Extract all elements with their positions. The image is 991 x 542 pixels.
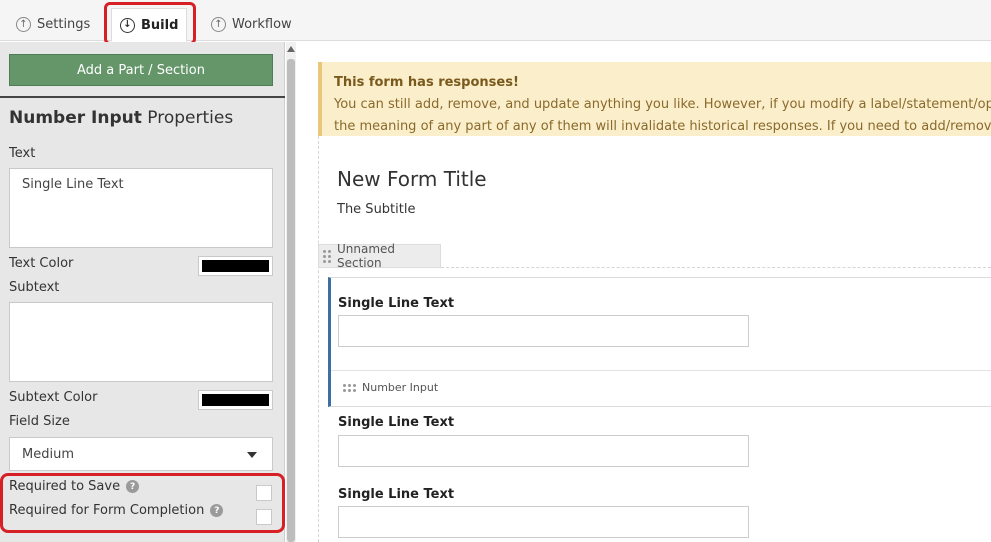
add-part-section-button[interactable]: Add a Part / Section <box>9 54 273 86</box>
tab-settings-label: Settings <box>37 17 91 32</box>
form-title[interactable]: New Form Title <box>337 167 487 191</box>
drag-handle-icon[interactable] <box>343 383 356 392</box>
subtext-color-label: Subtext Color <box>9 390 98 405</box>
tab-workflow[interactable]: ↑ Workflow <box>203 8 300 41</box>
notice-line1: You can still add, remove, and update an… <box>334 97 991 112</box>
properties-title-suffix: Properties <box>147 108 234 128</box>
field-label: Single Line Text <box>338 296 455 311</box>
section-header[interactable]: Unnamed Section <box>318 242 441 270</box>
text-textarea[interactable]: Single Line Text <box>9 168 273 248</box>
subtext-textarea[interactable] <box>9 302 273 382</box>
field-type-tag[interactable]: Number Input <box>343 381 438 394</box>
responses-notice: This form has responses! You can still a… <box>318 62 991 136</box>
properties-title: Number Input Properties <box>9 108 233 128</box>
properties-title-type: Number Input <box>9 108 142 128</box>
panel-scrollbar[interactable] <box>286 42 296 542</box>
text-color-label: Text Color <box>9 256 74 271</box>
panel-divider <box>0 96 285 98</box>
field-type-label: Number Input <box>362 381 439 394</box>
notice-line2: the meaning of any part of any of them w… <box>334 119 991 134</box>
scroll-up-icon[interactable] <box>287 46 295 52</box>
tab-settings[interactable]: ↑ Settings <box>8 8 98 41</box>
properties-panel: Add a Part / Section Number Input Proper… <box>0 42 285 542</box>
field-size-value: Medium <box>22 447 74 462</box>
field-label: Single Line Text <box>338 415 455 430</box>
form-canvas: This form has responses! You can still a… <box>300 42 991 542</box>
field-size-label: Field Size <box>9 414 70 429</box>
section-divider <box>441 267 991 268</box>
field-input[interactable] <box>338 315 749 347</box>
field-separator <box>331 370 991 371</box>
chevron-down-icon <box>247 452 257 458</box>
field-size-select[interactable]: Medium <box>9 437 273 471</box>
tab-workflow-label: Workflow <box>232 17 292 32</box>
subtext-label: Subtext <box>9 280 60 295</box>
arrow-up-circle-icon: ↑ <box>16 17 31 32</box>
subtext-color-swatch <box>202 394 269 406</box>
section-name: Unnamed Section <box>337 242 396 270</box>
subtext-color-picker[interactable] <box>198 390 273 410</box>
text-color-swatch <box>202 260 269 272</box>
text-color-picker[interactable] <box>198 256 273 276</box>
field-label: Single Line Text <box>338 487 455 502</box>
text-label: Text <box>9 146 36 161</box>
build-tab-highlight <box>104 2 196 45</box>
scrollbar-thumb[interactable] <box>287 59 295 542</box>
drag-handle-icon[interactable] <box>323 249 331 263</box>
text-textarea-value: Single Line Text <box>22 177 124 192</box>
field-input[interactable] <box>338 435 749 467</box>
notice-title: This form has responses! <box>334 75 519 90</box>
field-input[interactable] <box>338 506 749 538</box>
required-options-highlight <box>0 473 285 533</box>
form-subtitle[interactable]: The Subtitle <box>337 202 415 217</box>
arrow-up-circle-icon: ↑ <box>211 17 226 32</box>
